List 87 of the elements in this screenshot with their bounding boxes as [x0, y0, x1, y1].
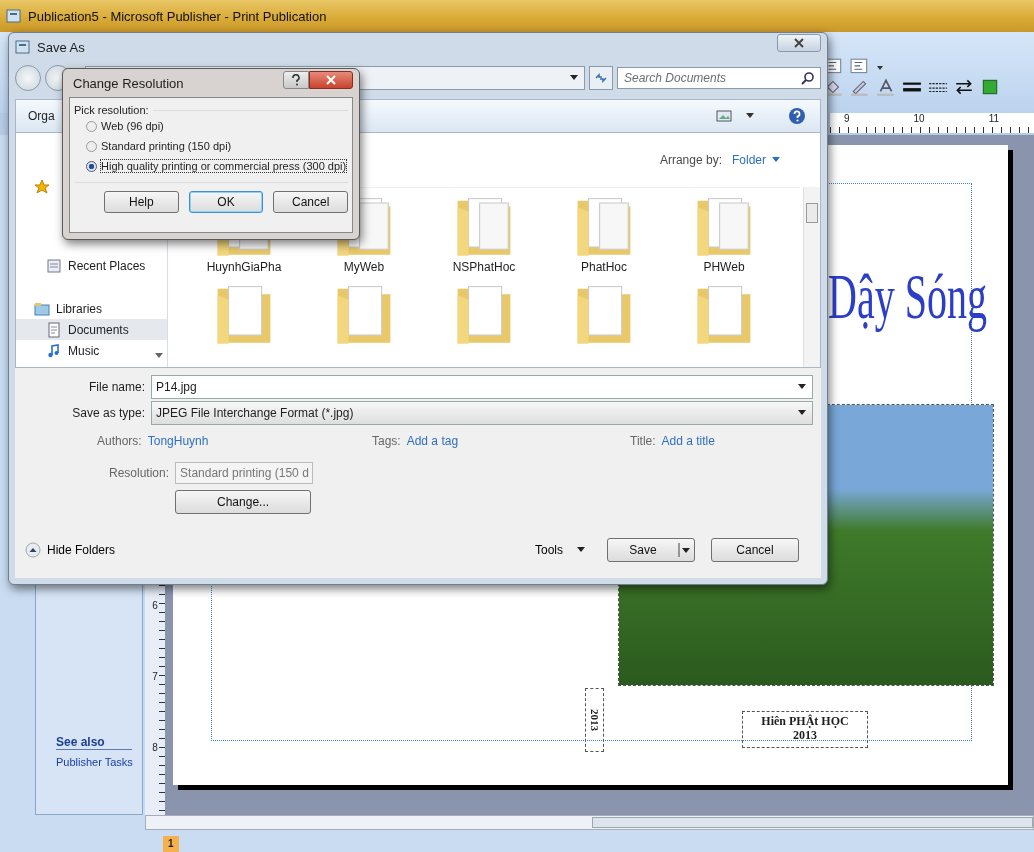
split-caret-icon[interactable]: [678, 543, 692, 557]
dialog-title: Save As: [37, 39, 85, 55]
folder-item[interactable]: PHWeb: [664, 192, 784, 274]
caret-icon: [772, 157, 780, 163]
task-link[interactable]: Publisher Tasks: [56, 756, 142, 768]
arrange-by-label: Arrange by:: [659, 153, 722, 167]
libraries-icon: [34, 300, 50, 317]
caret-icon: [577, 547, 585, 553]
music-note-icon: [46, 342, 62, 359]
horizontal-scrollbar[interactable]: [145, 815, 1034, 830]
dialog-button[interactable]: Cancel: [273, 191, 348, 213]
dialog-button[interactable]: OK: [188, 191, 264, 213]
text-box-icon[interactable]: [850, 58, 870, 76]
shadow-square-icon[interactable]: [980, 78, 1000, 96]
dialog-title: Change Resolution: [73, 75, 184, 91]
radio-button[interactable]: [86, 140, 97, 152]
radio-button[interactable]: [86, 120, 97, 132]
help-icon[interactable]: [788, 107, 806, 125]
scrollbar-thumb[interactable]: [806, 203, 818, 223]
field-label: File name:: [87, 380, 146, 394]
ruler-number: 10: [913, 113, 925, 126]
radio-button[interactable]: [86, 160, 97, 172]
dialog-button[interactable]: Help: [104, 191, 179, 213]
pen-icon[interactable]: [850, 78, 870, 96]
hide-folders-button[interactable]: Hide Folders: [25, 542, 116, 558]
resolution-radio-option[interactable]: High quality printing or commercial press (300 dpi): [74, 156, 348, 176]
ruler-number: 8: [152, 742, 158, 753]
save-button[interactable]: Save: [607, 538, 695, 562]
close-icon: [326, 75, 336, 85]
app-icon: [15, 39, 31, 55]
refresh-icon: [594, 72, 608, 84]
resolution-field: Standard printing (150 d: [175, 462, 314, 484]
window-title: Publication5 - Microsoft Publisher - Print Publication: [28, 8, 327, 24]
ruler-number: 9: [844, 113, 850, 126]
arrow-style-icon[interactable]: [954, 78, 974, 96]
caret-icon[interactable]: [798, 384, 806, 390]
field-label: Resolution:: [109, 465, 170, 482]
field-label: Tags:: [372, 434, 401, 448]
tools-menu[interactable]: Tools: [529, 542, 591, 558]
page-tab[interactable]: 1: [163, 836, 179, 852]
file-name-field[interactable]: P14.jpg: [151, 375, 813, 399]
field-label: Title:: [630, 434, 656, 448]
caret-icon[interactable]: [798, 410, 806, 416]
help-button[interactable]: [283, 71, 309, 89]
organize-menu[interactable]: Orga: [28, 109, 55, 123]
caption-line: 2013: [793, 728, 817, 742]
metadata-link[interactable]: TongHuynh: [147, 434, 209, 448]
arrange-by-dropdown[interactable]: Folder: [732, 153, 780, 167]
field-label: Authors:: [97, 434, 142, 448]
nav-item[interactable]: Music: [16, 340, 167, 361]
wordart-title: Dậy Sóng: [828, 259, 987, 335]
ruler-number: 11: [988, 113, 1000, 126]
caption-line: Hiên PHẬt HỌC: [761, 714, 849, 728]
save-type-dropdown[interactable]: JPEG File Interchange Format (*.jpg): [151, 401, 813, 425]
question-mark-icon: [291, 74, 301, 86]
vertical-scrollbar[interactable]: [803, 187, 820, 367]
document-icon: [46, 321, 62, 338]
ruler-number: 7: [152, 671, 158, 682]
folder-item[interactable]: NSPhatHoc: [424, 192, 544, 274]
star-icon: [34, 179, 50, 195]
scroll-down-caret-icon[interactable]: [155, 353, 163, 359]
resolution-radio-option[interactable]: Standard printing (150 dpi): [74, 136, 348, 156]
nav-item[interactable]: Documents: [16, 319, 167, 340]
search-icon: [801, 71, 815, 85]
search-field[interactable]: Search Documents: [617, 67, 821, 89]
app-icon: [6, 8, 22, 24]
resolution-radio-option[interactable]: Web (96 dpi): [74, 116, 348, 136]
change-button[interactable]: Change...: [175, 490, 312, 514]
metadata-link[interactable]: Add a title: [661, 434, 715, 448]
scrollbar-thumb[interactable]: [592, 817, 1033, 828]
caret-icon: [570, 75, 578, 81]
font-color-icon[interactable]: [876, 78, 896, 96]
close-icon: [794, 38, 804, 48]
vertical-text-box: 2013: [585, 688, 604, 752]
folder-item[interactable]: PhatHoc: [544, 192, 664, 274]
nav-item[interactable]: Libraries: [16, 298, 167, 319]
group-label: Pick resolution:: [74, 104, 149, 116]
ruler-number: 6: [152, 600, 158, 611]
cancel-button[interactable]: Cancel: [711, 538, 799, 562]
refresh-button[interactable]: [589, 66, 613, 90]
metadata-link[interactable]: Add a tag: [406, 434, 459, 448]
recent-places-icon: [46, 257, 62, 274]
close-button[interactable]: [777, 34, 821, 52]
close-button[interactable]: [309, 71, 353, 89]
see-also-heading: See also: [56, 735, 132, 750]
field-label: Save as type:: [71, 406, 146, 420]
nav-item[interactable]: Recent Places: [16, 255, 167, 276]
